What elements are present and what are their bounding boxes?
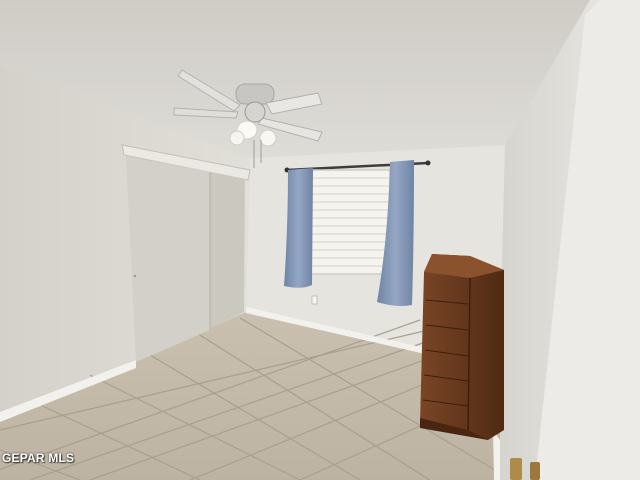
curtain-left [284, 168, 313, 288]
closet-door-left [126, 156, 210, 362]
closet-door-pull [133, 274, 137, 278]
wall-outlet [311, 295, 318, 305]
fan-light [229, 130, 245, 146]
closet-door-right [210, 172, 245, 328]
fan-light [259, 129, 277, 147]
mls-watermark: GEPAR MLS [2, 451, 75, 465]
door-hinge [510, 458, 522, 480]
wooden-dresser [420, 254, 504, 440]
room-illustration [0, 0, 640, 480]
room-photo: GEPAR MLS [0, 0, 640, 480]
